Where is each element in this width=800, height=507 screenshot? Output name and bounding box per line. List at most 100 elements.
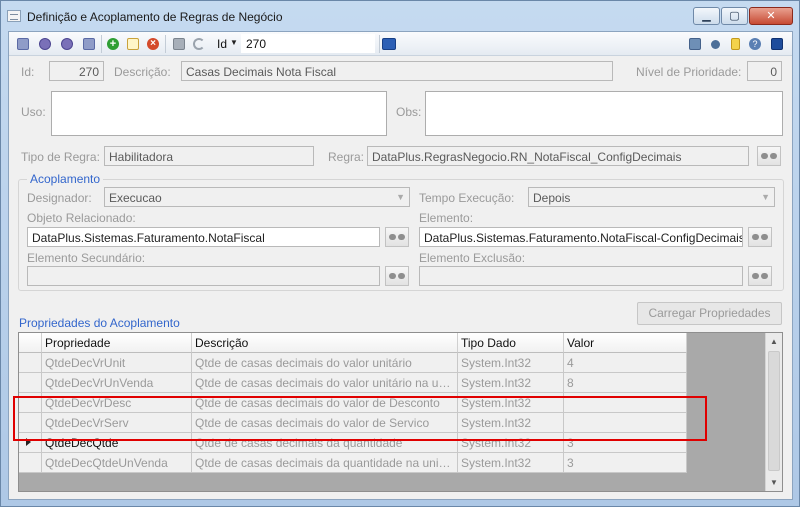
grid-header-row: Propriedade Descrição Tipo Dado Valor: [19, 333, 687, 353]
cell-valor[interactable]: 8: [564, 373, 687, 393]
carregar-propriedades-button[interactable]: Carregar Propriedades: [637, 302, 782, 325]
scroll-down-icon[interactable]: ▼: [766, 474, 782, 491]
minimize-button[interactable]: ▁: [693, 7, 720, 25]
elemento-exclusao-field[interactable]: [419, 266, 743, 286]
regra-field[interactable]: DataPlus.RegrasNegocio.RN_NotaFiscal_Con…: [367, 146, 749, 166]
app-icon: [7, 10, 21, 22]
table-row[interactable]: QtdeDecQtdeUnVenda Qtde de casas decimai…: [19, 453, 687, 473]
exit-icon: [771, 38, 783, 50]
delete-icon: ×: [147, 38, 159, 50]
row-header[interactable]: [19, 453, 42, 473]
id-search-label: Id: [217, 37, 228, 51]
cell-tipo-dado[interactable]: System.Int32: [458, 353, 564, 373]
tempo-execucao-value: Depois: [533, 191, 571, 205]
maximize-button[interactable]: ▢: [721, 7, 748, 25]
row-header[interactable]: [19, 353, 42, 373]
tempo-execucao-label: Tempo Execução:: [419, 191, 515, 205]
edit-button[interactable]: [125, 36, 141, 52]
go-icon: [382, 38, 396, 50]
cell-propriedade[interactable]: QtdeDecQtdeUnVenda: [42, 453, 192, 473]
report-button[interactable]: [687, 36, 703, 52]
obs-label: Obs:: [396, 105, 422, 119]
elemento-secundario-field[interactable]: [27, 266, 380, 286]
cell-descricao[interactable]: Qtde de casas decimais da quantidade na …: [192, 453, 458, 473]
elemento-exclusao-lookup-button[interactable]: [748, 266, 772, 286]
note-button[interactable]: [727, 36, 743, 52]
highlight-box: [13, 396, 707, 441]
scroll-thumb[interactable]: [768, 351, 780, 471]
row-header-corner: [19, 333, 42, 353]
toolbar: + × Id ▼ 270 ?: [9, 32, 792, 56]
cell-descricao[interactable]: Qtde de casas decimais do valor unitário…: [192, 373, 458, 393]
table-row[interactable]: QtdeDecVrUnit Qtde de casas decimais do …: [19, 353, 687, 373]
prioridade-field[interactable]: 0: [747, 61, 782, 81]
cell-descricao[interactable]: Qtde de casas decimais do valor unitário: [192, 353, 458, 373]
save-icon: [173, 38, 185, 50]
elemento-secundario-lookup-button[interactable]: [385, 266, 409, 286]
next-button[interactable]: [59, 36, 75, 52]
designador-value: Execucao: [109, 191, 162, 205]
minimize-icon: ▁: [702, 9, 711, 22]
column-header-propriedade[interactable]: Propriedade: [42, 333, 192, 353]
cell-propriedade[interactable]: QtdeDecVrUnit: [42, 353, 192, 373]
cell-valor[interactable]: 3: [564, 453, 687, 473]
row-header[interactable]: [19, 373, 42, 393]
tempo-execucao-select[interactable]: Depois ▼: [528, 187, 775, 207]
cell-propriedade[interactable]: QtdeDecVrUnVenda: [42, 373, 192, 393]
chevron-down-icon: ▼: [396, 192, 405, 202]
uso-textarea[interactable]: [51, 91, 387, 136]
undo-button[interactable]: [191, 36, 207, 52]
column-header-descricao[interactable]: Descrição: [192, 333, 458, 353]
add-button[interactable]: +: [105, 36, 121, 52]
key-button[interactable]: [707, 36, 723, 52]
exit-button[interactable]: [769, 36, 785, 52]
key-icon: [710, 39, 720, 49]
designador-select[interactable]: Execucao ▼: [104, 187, 410, 207]
cell-tipo-dado[interactable]: System.Int32: [458, 453, 564, 473]
grid-vertical-scrollbar[interactable]: ▲ ▼: [765, 333, 782, 491]
obs-textarea[interactable]: [425, 91, 783, 136]
first-icon: [17, 38, 29, 50]
help-icon: ?: [749, 38, 761, 50]
save-button[interactable]: [171, 36, 187, 52]
elemento-lookup-button[interactable]: [748, 227, 772, 247]
caption-buttons: ▁ ▢ ✕: [692, 7, 793, 25]
chevron-down-icon[interactable]: ▼: [230, 38, 238, 47]
toolbar-separator: [379, 35, 380, 53]
close-icon: ✕: [766, 9, 776, 22]
next-icon: [61, 38, 73, 50]
window-title: Definição e Acoplamento de Regras de Neg…: [27, 10, 283, 24]
objeto-field[interactable]: DataPlus.Sistemas.Faturamento.NotaFiscal: [27, 227, 380, 247]
regra-lookup-button[interactable]: [757, 146, 781, 166]
elemento-secundario-label: Elemento Secundário:: [27, 251, 146, 265]
delete-button[interactable]: ×: [145, 36, 161, 52]
help-button[interactable]: ?: [747, 36, 763, 52]
designador-label: Designador:: [27, 191, 92, 205]
close-button[interactable]: ✕: [749, 7, 793, 25]
note-icon: [730, 38, 740, 50]
scroll-up-icon[interactable]: ▲: [766, 333, 782, 350]
first-button[interactable]: [15, 36, 31, 52]
elemento-field[interactable]: DataPlus.Sistemas.Faturamento.NotaFiscal…: [419, 227, 743, 247]
tipo-regra-field[interactable]: Habilitadora: [104, 146, 314, 166]
cell-tipo-dado[interactable]: System.Int32: [458, 373, 564, 393]
column-header-tipo-dado[interactable]: Tipo Dado: [458, 333, 564, 353]
table-row[interactable]: QtdeDecVrUnVenda Qtde de casas decimais …: [19, 373, 687, 393]
objeto-lookup-button[interactable]: [385, 227, 409, 247]
edit-icon: [127, 38, 139, 50]
toolbar-separator: [101, 35, 102, 53]
id-search-input[interactable]: 270: [241, 34, 375, 53]
binoculars-icon: [389, 272, 405, 280]
go-button[interactable]: [381, 36, 397, 52]
last-button[interactable]: [81, 36, 97, 52]
cell-valor[interactable]: 4: [564, 353, 687, 373]
prev-button[interactable]: [37, 36, 53, 52]
column-header-valor[interactable]: Valor: [564, 333, 687, 353]
elemento-exclusao-label: Elemento Exclusão:: [419, 251, 526, 265]
regra-label: Regra:: [328, 150, 365, 164]
descricao-field[interactable]: Casas Decimais Nota Fiscal: [181, 61, 613, 81]
title-bar[interactable]: Definição e Acoplamento de Regras de Neg…: [1, 1, 799, 31]
tipo-regra-label: Tipo de Regra:: [21, 150, 100, 164]
last-icon: [83, 38, 95, 50]
id-field[interactable]: 270: [49, 61, 104, 81]
